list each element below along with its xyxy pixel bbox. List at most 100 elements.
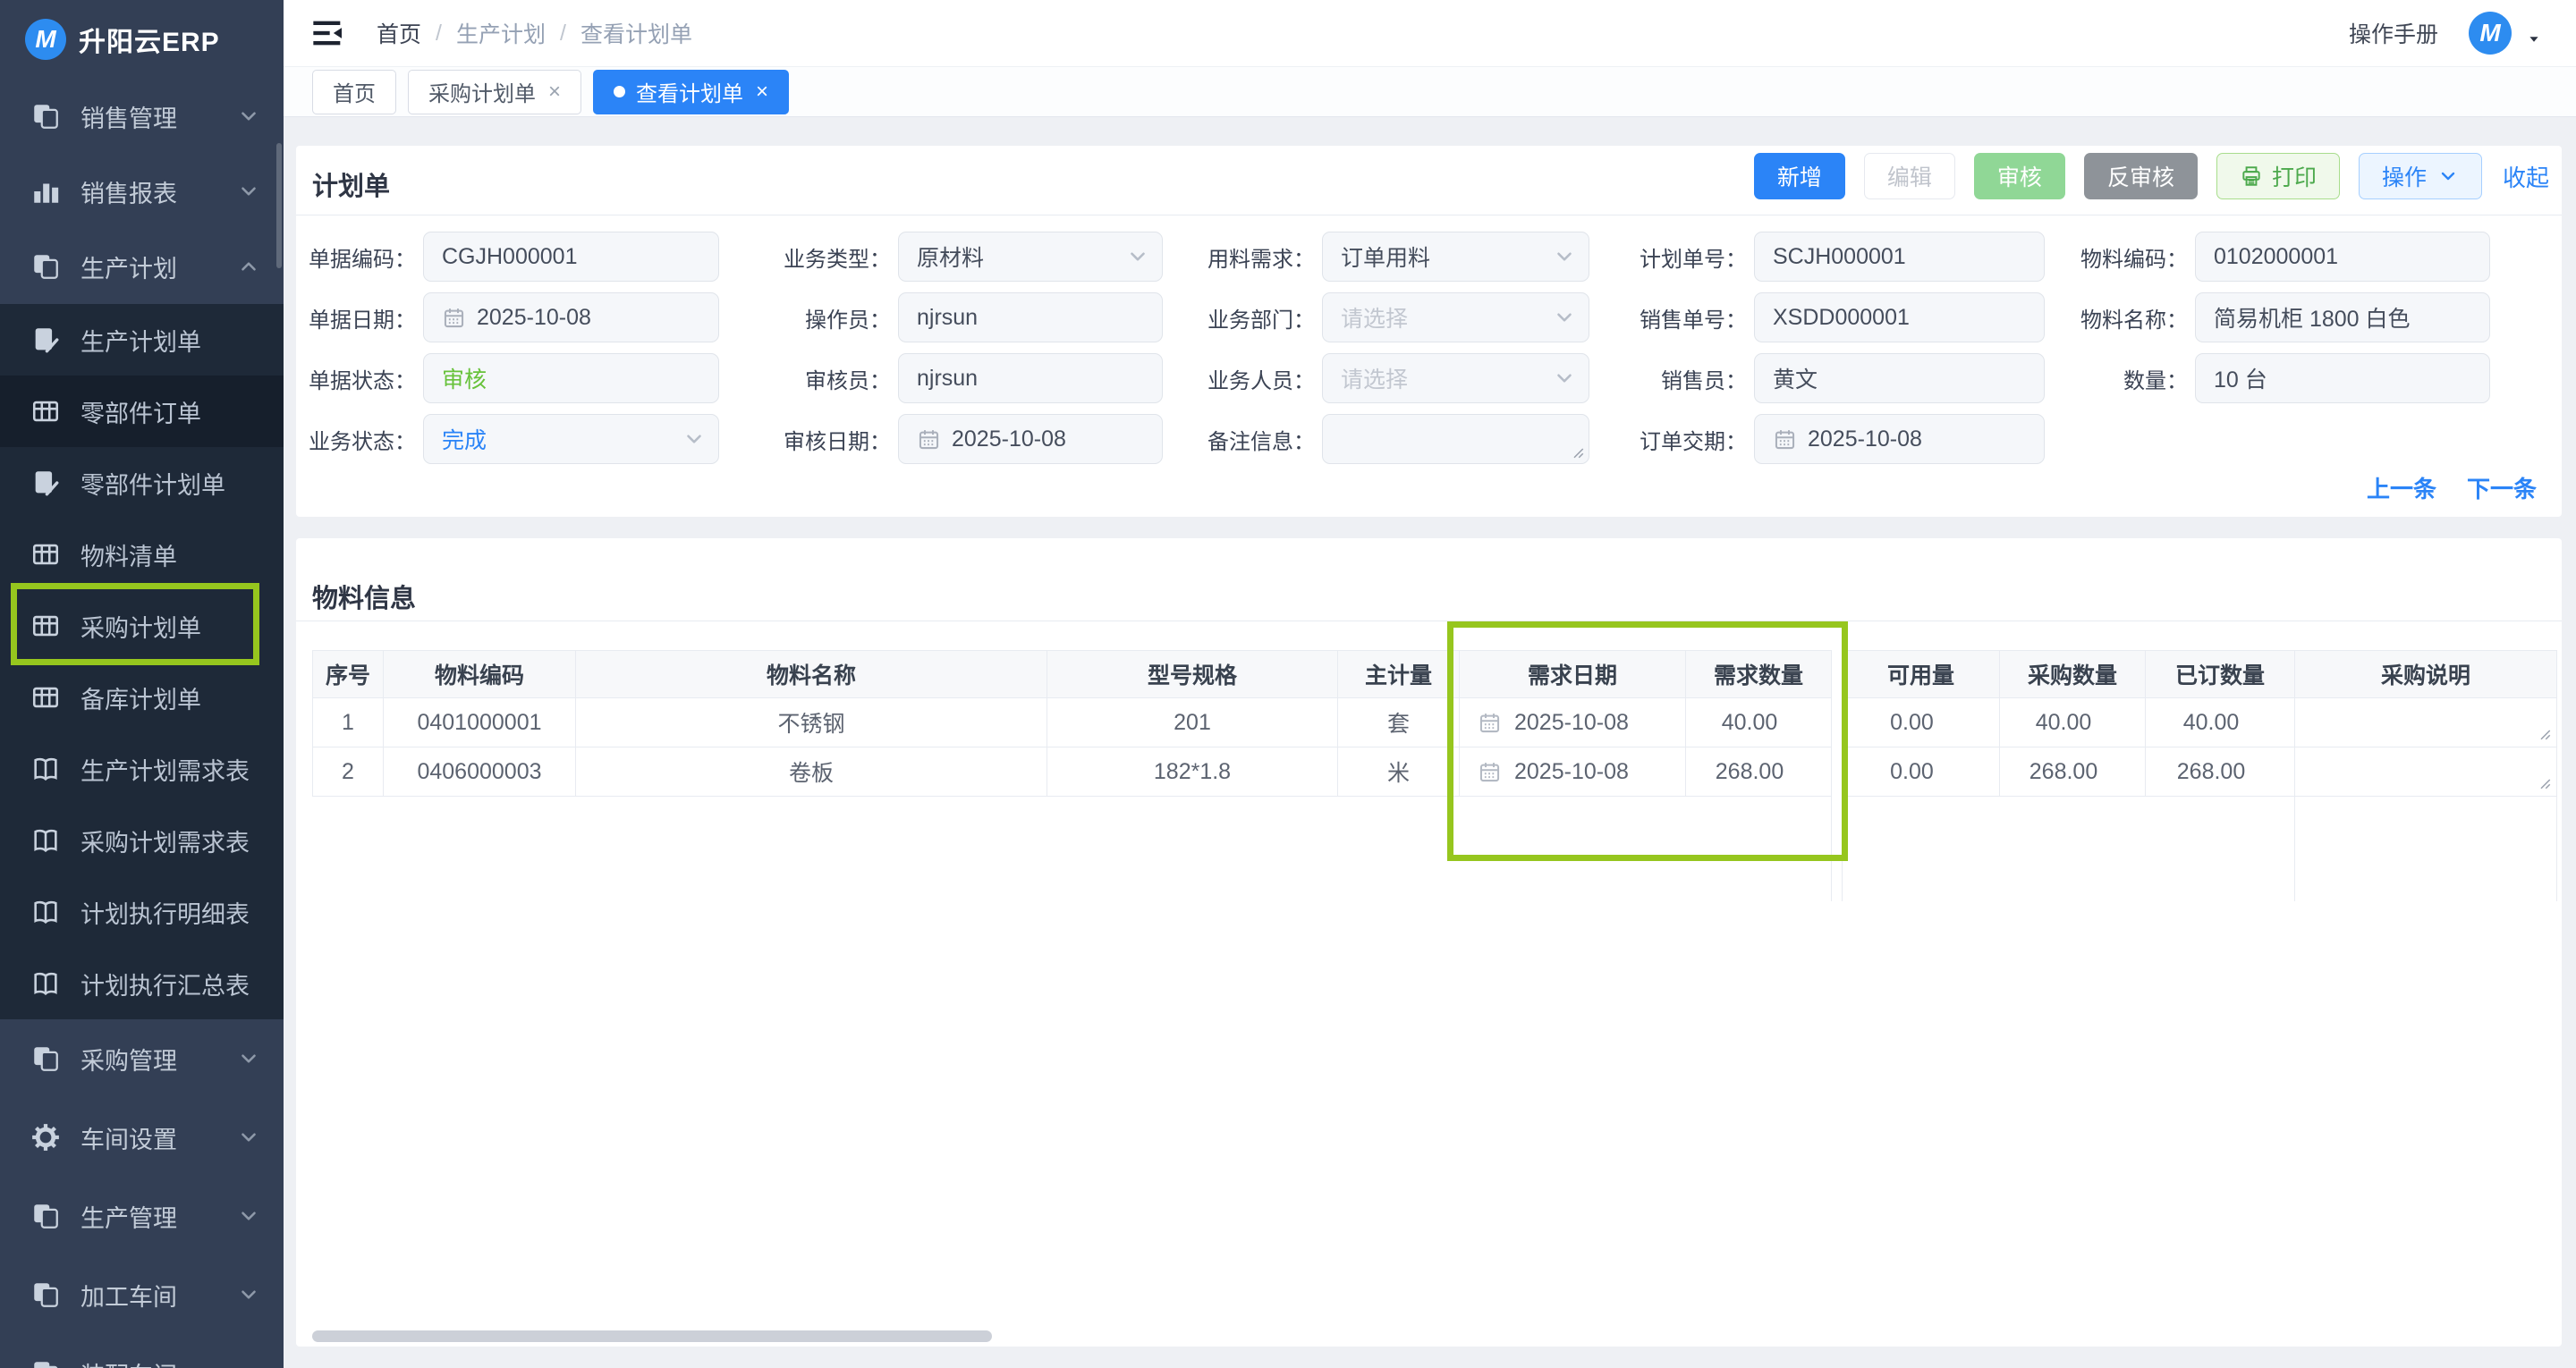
cell-purchase-qty: 268.00 — [2000, 747, 2146, 797]
action-button[interactable]: 操作 — [2359, 153, 2482, 199]
biz-person-select[interactable]: 请选择 — [1322, 353, 1589, 403]
tab-purchase-plan-order[interactable]: 采购计划单 × — [408, 70, 581, 114]
sidebar-item-plan-execution-summary[interactable]: 计划执行汇总表 — [0, 948, 284, 1019]
biz-type-select[interactable]: 原材料 — [898, 232, 1163, 282]
sidebar-item-processing-workshop[interactable]: 加工车间 — [0, 1255, 284, 1334]
field-material-code: 物料编码： 0102000001 — [2080, 232, 2490, 282]
salesman-input[interactable]: 黄文 — [1754, 353, 2045, 403]
cell-purchase-note[interactable] — [2295, 698, 2557, 747]
cell-seq: 2 — [313, 747, 384, 797]
sidebar-item-parts-plan-order[interactable]: 零部件计划单 — [0, 447, 284, 519]
sidebar-item-label: 计划执行汇总表 — [80, 967, 284, 1001]
sidebar-item-production-plan-order[interactable]: 生产计划单 — [0, 304, 284, 376]
field-label: 业务状态： — [309, 424, 416, 455]
menu-fold-icon[interactable] — [310, 15, 346, 51]
cell-demand-date[interactable]: 2025-10-08 — [1460, 747, 1686, 797]
breadcrumb-home[interactable]: 首页 — [377, 17, 421, 49]
biz-status-select[interactable]: 完成 — [423, 414, 719, 464]
sidebar-item-parts-order[interactable]: 零部件订单 — [0, 376, 284, 447]
sidebar-item-assembly-workshop[interactable]: 装配车间 — [0, 1334, 284, 1368]
collapse-button[interactable]: 收起 — [2503, 153, 2549, 199]
edit-button[interactable]: 编辑 — [1864, 153, 1955, 199]
sidebar-item-sales-management[interactable]: 销售管理 — [0, 79, 284, 154]
tab-home[interactable]: 首页 — [312, 70, 396, 114]
doc-status-input[interactable]: 审核 — [423, 353, 719, 403]
cell-purchase-note[interactable] — [2295, 747, 2557, 797]
sidebar-item-plan-execution-detail[interactable]: 计划执行明细表 — [0, 876, 284, 948]
print-button[interactable]: 打印 — [2216, 153, 2340, 199]
sidebar-item-label: 车间设置 — [80, 1120, 237, 1155]
plan-no-input[interactable]: SCJH000001 — [1754, 232, 2045, 282]
pages-icon — [30, 1043, 61, 1074]
delivery-date-input[interactable]: 2025-10-08 — [1754, 414, 2045, 464]
cell-available-qty: 0.00 — [1843, 698, 2000, 747]
audit-button[interactable]: 审核 — [1974, 153, 2065, 199]
tab-label: 查看计划单 — [636, 76, 743, 107]
sidebar-item-stock-plan-order[interactable]: 备库计划单 — [0, 662, 284, 733]
sidebar-item-production-plan-demand[interactable]: 生产计划需求表 — [0, 733, 284, 805]
resize-handle-icon[interactable] — [2536, 774, 2552, 790]
sidebar-item-workshop-settings[interactable]: 车间设置 — [0, 1098, 284, 1177]
add-button[interactable]: 新增 — [1754, 153, 1845, 199]
form-column-4: 计划单号： SCJH000001 销售单号： XSDD000001 销售员： 黄… — [1640, 232, 2045, 464]
chevron-down-icon — [1553, 245, 1576, 268]
material-demand-select[interactable]: 订单用料 — [1322, 232, 1589, 282]
calendar-icon — [442, 306, 466, 330]
resize-handle-icon[interactable] — [1569, 443, 1585, 460]
material-name-input[interactable]: 简易机柜 1800 白色 — [2195, 292, 2490, 342]
toolbar: 新增 编辑 审核 反审核 打印 操作 收起 — [1735, 153, 2549, 199]
sidebar-item-material-list[interactable]: 物料清单 — [0, 519, 284, 590]
sidebar-item-sales-report[interactable]: 销售报表 — [0, 154, 284, 229]
next-record-link[interactable]: 下一条 — [2467, 471, 2537, 504]
material-code-input[interactable]: 0102000001 — [2195, 232, 2490, 282]
sidebar-item-purchase-plan-demand[interactable]: 采购计划需求表 — [0, 805, 284, 876]
sidebar-item-label: 装配车间 — [80, 1356, 237, 1368]
breadcrumb-production-plan[interactable]: 生产计划 — [456, 17, 546, 49]
doc-code-input[interactable]: CGJH000001 — [423, 232, 719, 282]
unaudit-button[interactable]: 反审核 — [2084, 153, 2198, 199]
breadcrumb-view-plan[interactable]: 查看计划单 — [580, 17, 692, 49]
doc-date-input[interactable]: 2025-10-08 — [423, 292, 719, 342]
close-icon[interactable]: × — [548, 80, 561, 105]
column-divider-line — [2294, 796, 2295, 901]
sale-no-input[interactable]: XSDD000001 — [1754, 292, 2045, 342]
caret-down-icon[interactable] — [2524, 30, 2544, 49]
sidebar: M 升阳云ERP 销售管理 销售报表 生产计划 生产计划单 零部件订单 — [0, 0, 284, 1368]
sidebar-nav: 销售管理 销售报表 生产计划 生产计划单 零部件订单 零部件计划单 — [0, 79, 284, 1368]
sidebar-scrollbar-thumb[interactable] — [276, 143, 282, 268]
table-icon — [30, 682, 61, 713]
horizontal-scrollbar-thumb[interactable] — [312, 1330, 992, 1342]
col-seq: 序号 — [313, 651, 384, 698]
remark-textarea[interactable] — [1322, 414, 1589, 464]
sidebar-item-production-plan[interactable]: 生产计划 — [0, 229, 284, 304]
sidebar-item-production-management[interactable]: 生产管理 — [0, 1177, 284, 1255]
auditor-input[interactable]: njrsun — [898, 353, 1163, 403]
close-icon[interactable]: × — [756, 80, 768, 105]
field-value: 2025-10-08 — [952, 426, 1066, 452]
cell-material-code: 0406000003 — [384, 747, 576, 797]
field-delivery-date: 订单交期： 2025-10-08 — [1640, 414, 2045, 464]
prev-record-link[interactable]: 上一条 — [2367, 471, 2436, 504]
resize-handle-icon[interactable] — [2536, 725, 2552, 741]
field-label: 业务类型： — [784, 241, 891, 273]
field-label: 用料需求： — [1208, 241, 1315, 273]
cell-ordered-qty: 268.00 — [2146, 747, 2295, 797]
biz-dept-select[interactable]: 请选择 — [1322, 292, 1589, 342]
sidebar-item-purchase-plan-order[interactable]: 采购计划单 — [0, 590, 284, 662]
operator-input[interactable]: njrsun — [898, 292, 1163, 342]
tab-view-plan-order[interactable]: 查看计划单 × — [593, 70, 789, 114]
quantity-input[interactable]: 10 台 — [2195, 353, 2490, 403]
manual-link[interactable]: 操作手册 — [2349, 17, 2438, 49]
audit-date-input[interactable]: 2025-10-08 — [898, 414, 1163, 464]
sidebar-item-purchase-management[interactable]: 采购管理 — [0, 1019, 284, 1098]
field-doc-status: 单据状态： 审核 — [309, 353, 719, 403]
book-icon — [30, 754, 61, 784]
avatar[interactable]: M — [2469, 12, 2512, 55]
sidebar-item-label: 零部件订单 — [80, 394, 284, 429]
table-row: 1 0401000001 不锈钢 201 套 2025-10-08 40.00 … — [313, 698, 2557, 747]
field-value: CGJH000001 — [442, 244, 577, 270]
cell-demand-date[interactable]: 2025-10-08 — [1460, 698, 1686, 747]
app-logo: M 升阳云ERP — [0, 0, 284, 79]
field-label: 数量： — [2080, 363, 2188, 394]
column-divider-line — [1831, 796, 1832, 901]
